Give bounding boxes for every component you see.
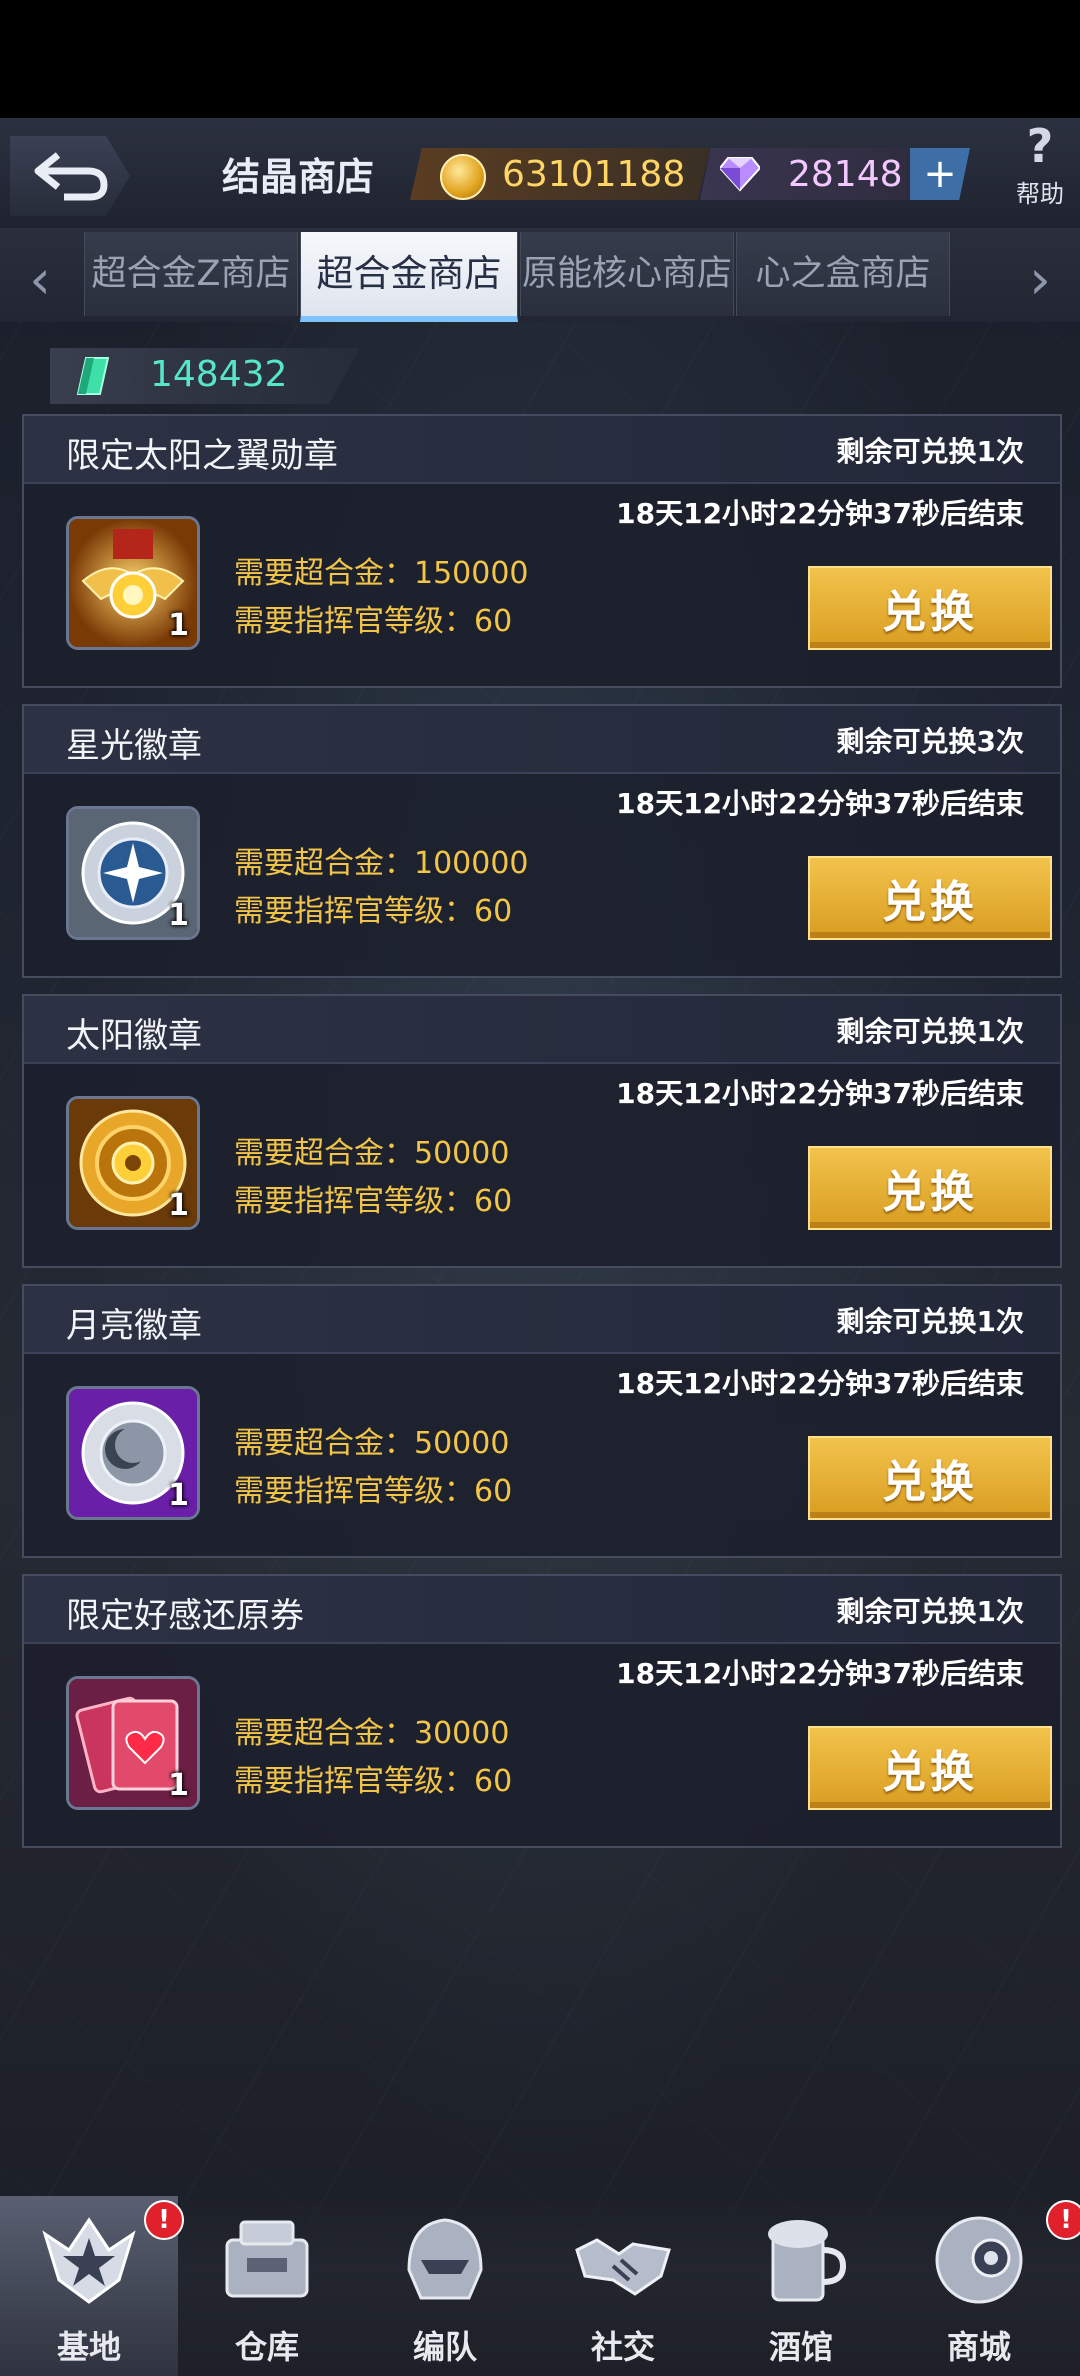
remaining-count: 剩余可兑换1次 bbox=[836, 1595, 1024, 1628]
card-header: 限定好感还原券 剩余可兑换1次 bbox=[24, 1576, 1060, 1644]
nav-base[interactable]: 基地 ! bbox=[0, 2196, 184, 2376]
card-header: 限定太阳之翼勋章 剩余可兑换1次 bbox=[24, 416, 1060, 484]
level-requirement: 需要指挥官等级：60 bbox=[234, 894, 513, 929]
nav-tavern[interactable]: 酒馆 bbox=[712, 2196, 890, 2376]
remaining-count: 剩余可兑换1次 bbox=[836, 1305, 1024, 1338]
gold-coin-icon bbox=[440, 154, 486, 200]
affection-reset-ticket-icon[interactable]: 1 bbox=[66, 1676, 200, 1810]
remaining-count: 剩余可兑换1次 bbox=[836, 1015, 1024, 1048]
countdown-timer: 18天12小时22分钟37秒后结束 bbox=[616, 497, 1024, 530]
exchange-button[interactable]: 兑换 bbox=[808, 1146, 1052, 1230]
alloy-balance: 148432 bbox=[50, 348, 360, 404]
notification-badge: ! bbox=[1046, 2200, 1080, 2240]
card-header: 星光徽章 剩余可兑换3次 bbox=[24, 706, 1060, 774]
gem-currency: 28148 + bbox=[700, 148, 970, 200]
shop-item-card: 限定太阳之翼勋章 剩余可兑换1次 18天12小时22分钟37秒后结束 1 需要超… bbox=[22, 414, 1062, 688]
tab-scroll-right-icon[interactable]: › bbox=[1010, 248, 1070, 311]
gold-currency: 63101188 bbox=[410, 148, 710, 200]
back-button[interactable] bbox=[10, 136, 130, 216]
remaining-count: 剩余可兑换1次 bbox=[836, 435, 1024, 468]
page-title: 结晶商店 bbox=[222, 155, 375, 199]
tab-alloy-z-shop[interactable]: 超合金Z商店 bbox=[84, 232, 298, 316]
nav-base-label: 基地 bbox=[56, 2328, 121, 2366]
item-quantity: 1 bbox=[168, 1768, 189, 1803]
tab-alloy-shop[interactable]: 超合金商店 bbox=[300, 232, 518, 322]
item-name: 限定太阳之翼勋章 bbox=[66, 436, 338, 476]
beer-mug-icon bbox=[768, 2220, 847, 2302]
level-requirement: 需要指挥官等级：60 bbox=[234, 604, 513, 639]
tab-core-shop[interactable]: 原能核心商店 bbox=[520, 232, 734, 316]
item-name: 月亮徽章 bbox=[66, 1306, 202, 1346]
countdown-timer: 18天12小时22分钟37秒后结束 bbox=[616, 1657, 1024, 1690]
nav-formation-label: 编队 bbox=[412, 2328, 477, 2366]
nav-warehouse[interactable]: 仓库 bbox=[178, 2196, 356, 2376]
sun-badge-icon[interactable]: 1 bbox=[66, 1096, 200, 1230]
robot-head-icon bbox=[935, 2216, 1023, 2304]
alloy-crystal-icon bbox=[76, 357, 110, 395]
base-star-emblem-icon bbox=[42, 2217, 136, 2304]
gem-amount: 28148 bbox=[788, 153, 903, 195]
shop-item-card: 星光徽章 剩余可兑换3次 18天12小时22分钟37秒后结束 1 需要超合金：1… bbox=[22, 704, 1062, 978]
help-icon: ? bbox=[1026, 119, 1054, 173]
starlight-badge-icon[interactable]: 1 bbox=[66, 806, 200, 940]
nav-mall[interactable]: 商城 ! bbox=[890, 2196, 1080, 2376]
item-name: 太阳徽章 bbox=[66, 1016, 202, 1056]
card-header: 太阳徽章 剩余可兑换1次 bbox=[24, 996, 1060, 1064]
card-header: 月亮徽章 剩余可兑换1次 bbox=[24, 1286, 1060, 1354]
countdown-timer: 18天12小时22分钟37秒后结束 bbox=[616, 1367, 1024, 1400]
alloy-cost: 需要超合金：50000 bbox=[234, 1426, 510, 1461]
nav-tavern-label: 酒馆 bbox=[768, 2328, 833, 2366]
nav-mall-label: 商城 bbox=[946, 2328, 1011, 2366]
level-requirement: 需要指挥官等级：60 bbox=[234, 1474, 513, 1509]
alloy-cost: 需要超合金：150000 bbox=[234, 556, 529, 591]
level-requirement: 需要指挥官等级：60 bbox=[234, 1184, 513, 1219]
help-button[interactable]: ? 帮助 bbox=[1000, 118, 1080, 218]
nav-social-label: 社交 bbox=[590, 2328, 655, 2366]
alloy-cost: 需要超合金：30000 bbox=[234, 1716, 510, 1751]
shop-tabs: ‹ 超合金Z商店 超合金商店 原能核心商店 心之盒商店 › bbox=[0, 228, 1080, 322]
diamond-icon bbox=[720, 157, 760, 192]
exchange-button[interactable]: 兑换 bbox=[808, 1436, 1052, 1520]
alloy-cost: 需要超合金：50000 bbox=[234, 1136, 510, 1171]
exchange-button[interactable]: 兑换 bbox=[808, 1726, 1052, 1810]
item-quantity: 1 bbox=[168, 898, 189, 933]
countdown-timer: 18天12小时22分钟37秒后结束 bbox=[616, 787, 1024, 820]
alloy-cost: 需要超合金：100000 bbox=[234, 846, 529, 881]
item-quantity: 1 bbox=[168, 608, 189, 643]
item-name: 限定好感还原券 bbox=[66, 1596, 304, 1636]
countdown-timer: 18天12小时22分钟37秒后结束 bbox=[616, 1077, 1024, 1110]
tab-scroll-left-icon[interactable]: ‹ bbox=[10, 248, 70, 311]
moon-badge-icon[interactable]: 1 bbox=[66, 1386, 200, 1520]
shop-item-card: 太阳徽章 剩余可兑换1次 18天12小时22分钟37秒后结束 1 需要超合金：5… bbox=[22, 994, 1062, 1268]
nav-social[interactable]: 社交 bbox=[534, 2196, 712, 2376]
item-quantity: 1 bbox=[168, 1478, 189, 1513]
nav-warehouse-label: 仓库 bbox=[234, 2328, 299, 2366]
shop-item-card: 月亮徽章 剩余可兑换1次 18天12小时22分钟37秒后结束 1 需要超合金：5… bbox=[22, 1284, 1062, 1558]
item-quantity: 1 bbox=[168, 1188, 189, 1223]
shop-item-card: 限定好感还原券 剩余可兑换1次 18天12小时22分钟37秒后结束 1 需要超合… bbox=[22, 1574, 1062, 1848]
nav-formation[interactable]: 编队 bbox=[356, 2196, 534, 2376]
handshake-icon bbox=[575, 2238, 671, 2296]
back-arrow-icon bbox=[34, 152, 108, 201]
top-bar: 结晶商店 63101188 28148 + ? 帮助 bbox=[0, 118, 1080, 230]
warehouse-icon bbox=[225, 2220, 309, 2298]
add-gems-button[interactable]: + bbox=[910, 148, 970, 200]
bottom-navigation: 基地 ! 仓库 编队 社交 酒馆 商城 ! bbox=[0, 2196, 1080, 2376]
exchange-button[interactable]: 兑换 bbox=[808, 856, 1052, 940]
item-name: 星光徽章 bbox=[66, 726, 202, 766]
level-requirement: 需要指挥官等级：60 bbox=[234, 1764, 513, 1799]
alloy-balance-value: 148432 bbox=[150, 354, 288, 395]
exchange-button[interactable]: 兑换 bbox=[808, 566, 1052, 650]
gold-amount: 63101188 bbox=[502, 153, 686, 195]
sun-wing-medal-icon[interactable]: 1 bbox=[66, 516, 200, 650]
remaining-count: 剩余可兑换3次 bbox=[836, 725, 1024, 758]
helmet-icon bbox=[407, 2218, 483, 2300]
tab-heart-box-shop[interactable]: 心之盒商店 bbox=[736, 232, 950, 316]
help-label: 帮助 bbox=[1016, 180, 1064, 208]
